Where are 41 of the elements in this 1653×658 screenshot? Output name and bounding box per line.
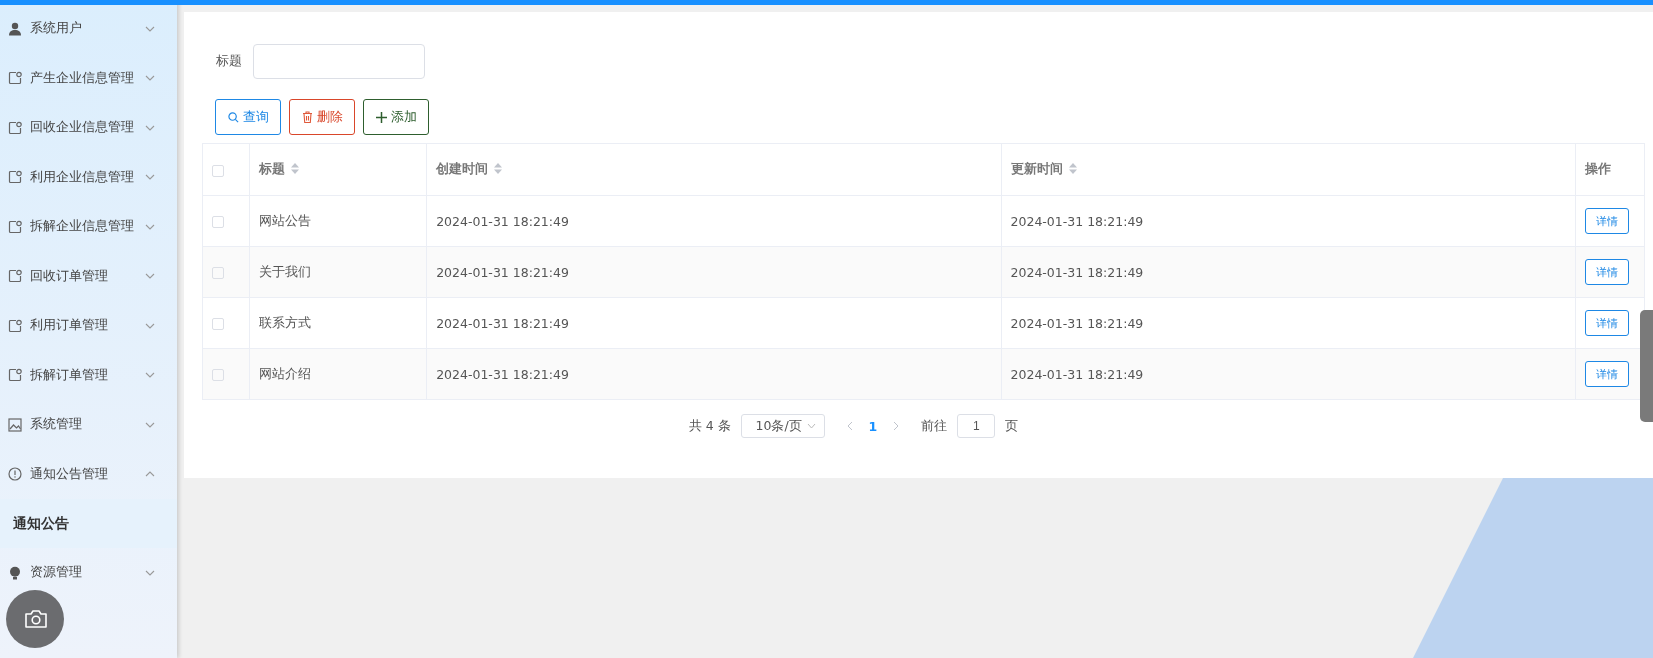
table-cell: 2024-01-31 18:21:49 [1001, 348, 1576, 400]
search-button[interactable]: 查询 [215, 99, 281, 135]
column-header[interactable]: 标题 [249, 143, 427, 196]
table-cell: 关于我们 [249, 246, 427, 298]
details-button[interactable]: 详情 [1584, 310, 1629, 336]
sidebar-item[interactable]: 系统管理 [30, 416, 82, 432]
table-cell: 网站公告 [249, 195, 427, 247]
add-button[interactable]: 添加 [363, 99, 429, 135]
column-header: 操作 [1575, 143, 1645, 196]
table-cell: 2024-01-31 18:21:49 [1001, 246, 1576, 298]
sidebar-item[interactable]: 拆解企业信息管理 [30, 218, 134, 234]
goto-label: 前往 [921, 417, 948, 435]
sidebar-item[interactable]: 系统用户 [30, 20, 82, 36]
sidebar-item[interactable]: 回收企业信息管理 [30, 119, 134, 135]
delete-button[interactable]: 删除 [289, 99, 355, 135]
details-button[interactable]: 详情 [1584, 208, 1629, 234]
sidebar-item[interactable]: 回收订单管理 [30, 267, 108, 283]
sidebar-item[interactable]: 拆解订单管理 [30, 366, 108, 382]
page-size-select[interactable]: 10条/页 [740, 414, 825, 438]
sidebar-item[interactable]: 资源管理 [30, 564, 82, 580]
table-cell: 2024-01-31 18:21:49 [426, 348, 1002, 400]
page-input[interactable]: 1 [957, 414, 996, 438]
table-cell: 网站介绍 [249, 348, 427, 400]
total-count: 共 4 条 [688, 417, 731, 435]
submenu-item[interactable]: 通知公告 [0, 499, 177, 548]
table-cell: 2024-01-31 18:21:49 [426, 246, 1002, 298]
details-button[interactable]: 详情 [1584, 259, 1629, 285]
table-cell: 2024-01-31 18:21:49 [426, 195, 1002, 247]
column-header[interactable]: 更新时间 [1001, 143, 1576, 196]
table-cell: 2024-01-31 18:21:49 [1001, 297, 1576, 349]
table-cell: 联系方式 [249, 297, 427, 349]
sidebar-item[interactable]: 利用企业信息管理 [30, 168, 134, 184]
table-cell: 2024-01-31 18:21:49 [1001, 195, 1576, 247]
details-button[interactable]: 详情 [1584, 361, 1629, 387]
table-cell: 2024-01-31 18:21:49 [426, 297, 1002, 349]
field-label: 标题 [216, 53, 242, 70]
sidebar-item[interactable]: 通知公告管理 [30, 465, 108, 481]
sidebar-item[interactable]: 利用订单管理 [30, 317, 108, 333]
column-header[interactable]: 创建时间 [426, 143, 1002, 196]
sidebar-item[interactable]: 产生企业信息管理 [30, 69, 134, 85]
page-suffix: 页 [1005, 417, 1019, 435]
